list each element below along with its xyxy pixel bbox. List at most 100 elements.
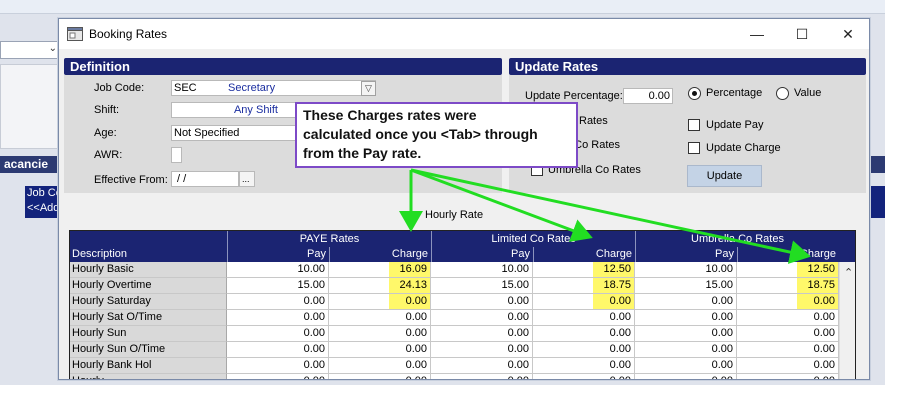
update-pay-checkbox[interactable]	[688, 119, 700, 131]
ltd-pay-cell[interactable]: 10.00	[431, 262, 533, 278]
paye-charge-cell[interactable]: 24.13	[329, 278, 431, 294]
row-description: Hourly Bank Hol	[70, 358, 227, 374]
value-radio[interactable]	[776, 87, 789, 100]
column-header-ltd-pay[interactable]: Pay	[431, 247, 533, 262]
table-row[interactable]: Hourly Sat O/Time 0.00 0.00 0.00 0.00 0.00 0.0…	[70, 310, 855, 326]
percentage-radio[interactable]	[688, 87, 701, 100]
job-code-combo[interactable]: SEC Secretary	[171, 80, 376, 96]
paye-pay-cell[interactable]: 0.00	[227, 342, 329, 358]
grid-group-empty	[70, 231, 227, 247]
age-field[interactable]: Not Specified	[171, 125, 299, 141]
ltd-charge-cell[interactable]: 12.50	[533, 262, 635, 278]
column-header-umb-pay[interactable]: Pay	[635, 247, 737, 262]
title-bar[interactable]: Booking Rates — ☐ ✕	[59, 19, 869, 49]
paye-pay-cell[interactable]: 15.00	[227, 278, 329, 294]
column-header-ltd-charge[interactable]: Charge	[533, 247, 635, 262]
umb-pay-cell[interactable]: 0.00	[635, 294, 737, 310]
umb-pay-cell[interactable]: 10.00	[635, 262, 737, 278]
update-charge-label: Update Charge	[706, 142, 781, 154]
umb-charge-cell[interactable]: 12.50	[737, 262, 839, 278]
paye-charge-cell[interactable]: 0.00	[329, 326, 431, 342]
update-pay-label: Update Pay	[706, 119, 764, 131]
paye-charge-cell[interactable]: 0.00	[329, 342, 431, 358]
row-description: Hourly	[70, 374, 227, 379]
umb-pay-cell[interactable]: 0.00	[635, 342, 737, 358]
update-button[interactable]: Update	[687, 165, 762, 187]
chevron-down-icon[interactable]: ▽	[361, 81, 376, 96]
awr-field[interactable]	[171, 147, 182, 163]
update-charge-checkbox[interactable]	[688, 142, 700, 154]
paye-pay-cell[interactable]: 0.00	[227, 310, 329, 326]
ltd-charge-cell[interactable]: 0.00	[533, 358, 635, 374]
grid-vertical-scrollbar[interactable]: ⌃	[839, 262, 855, 379]
row-description: Hourly Sun O/Time	[70, 342, 227, 358]
column-header-description[interactable]: Description	[70, 247, 227, 262]
paye-pay-cell[interactable]: 0.00	[227, 358, 329, 374]
ltd-charge-cell[interactable]: 0.00	[533, 294, 635, 310]
umb-pay-cell[interactable]: 0.00	[635, 374, 737, 379]
annotation-callout: These Charges rates were calculated once…	[295, 102, 578, 168]
ltd-charge-cell[interactable]: 0.00	[533, 326, 635, 342]
chevron-up-icon[interactable]: ⌃	[844, 266, 853, 279]
paye-charge-cell[interactable]: 0.00	[329, 294, 431, 310]
table-row[interactable]: Hourly Bank Hol 0.00 0.00 0.00 0.00 0.00 0.00	[70, 358, 855, 374]
ltd-pay-cell[interactable]: 0.00	[431, 310, 533, 326]
table-row[interactable]: Hourly Overtime 15.00 24.13 15.00 18.75 15.00…	[70, 278, 855, 294]
ltd-charge-cell[interactable]: 18.75	[533, 278, 635, 294]
umb-charge-cell[interactable]: 18.75	[737, 278, 839, 294]
row-description: Hourly Sat O/Time	[70, 310, 227, 326]
umb-charge-cell[interactable]: 0.00	[737, 358, 839, 374]
ltd-pay-cell[interactable]: 0.00	[431, 358, 533, 374]
umb-charge-cell[interactable]: 0.00	[737, 342, 839, 358]
ltd-pay-cell[interactable]: 0.00	[431, 374, 533, 379]
table-row[interactable]: Hourly Sun 0.00 0.00 0.00 0.00 0.00 0.00	[70, 326, 855, 342]
paye-charge-cell[interactable]: 0.00	[329, 310, 431, 326]
paye-pay-cell[interactable]: 10.00	[227, 262, 329, 278]
column-header-paye-charge[interactable]: Charge	[329, 247, 431, 262]
grid-caption: Hourly Rate	[425, 209, 484, 221]
ltd-pay-cell[interactable]: 0.00	[431, 326, 533, 342]
ltd-pay-cell[interactable]: 15.00	[431, 278, 533, 294]
column-header-umb-charge[interactable]: Charge	[737, 247, 839, 262]
date-picker-button[interactable]: ...	[239, 171, 255, 187]
paye-pay-cell[interactable]: 0.00	[227, 294, 329, 310]
paye-charge-cell[interactable]: 0.00	[329, 374, 431, 379]
umb-charge-cell[interactable]: 0.00	[737, 326, 839, 342]
callout-line: calculated once you <Tab> through	[303, 126, 538, 142]
umb-pay-cell[interactable]: 0.00	[635, 310, 737, 326]
ltd-pay-cell[interactable]: 0.00	[431, 294, 533, 310]
effective-from-field[interactable]: / /	[171, 171, 239, 187]
background-list-edge	[869, 186, 885, 218]
background-dropdown[interactable]: ⌄	[0, 41, 60, 59]
table-row[interactable]: Hourly0.000.000.000.000.000.00	[70, 374, 855, 379]
ltd-charge-cell[interactable]: 0.00	[533, 374, 635, 379]
table-row[interactable]: Hourly Saturday 0.00 0.00 0.00 0.00 0.00 0.00	[70, 294, 855, 310]
rates-grid[interactable]: PAYE Rates Limited Co Rates Umbrella Co …	[69, 230, 856, 379]
close-button[interactable]: ✕	[836, 24, 860, 44]
shift-field[interactable]: Any Shift	[171, 102, 299, 118]
job-code-description: Secretary	[228, 82, 276, 94]
paye-pay-cell[interactable]: 0.00	[227, 374, 329, 379]
background-panel	[0, 64, 60, 149]
paye-charge-cell[interactable]: 0.00	[329, 358, 431, 374]
row-description: Hourly Basic	[70, 262, 227, 278]
umb-charge-cell[interactable]: 0.00	[737, 310, 839, 326]
paye-charge-cell[interactable]: 16.09	[329, 262, 431, 278]
umb-charge-cell[interactable]: 0.00	[737, 294, 839, 310]
table-row[interactable]: Hourly Sun O/Time 0.00 0.00 0.00 0.00 0.00 0.0…	[70, 342, 855, 358]
table-row[interactable]: Hourly Basic 10.00 16.09 10.00 12.50 10.00 12.…	[70, 262, 855, 278]
ltd-charge-cell[interactable]: 0.00	[533, 342, 635, 358]
umb-pay-cell[interactable]: 0.00	[635, 358, 737, 374]
ltd-charge-cell[interactable]: 0.00	[533, 310, 635, 326]
umb-pay-cell[interactable]: 15.00	[635, 278, 737, 294]
umb-pay-cell[interactable]: 0.00	[635, 326, 737, 342]
umb-charge-cell[interactable]: 0.00	[737, 374, 839, 379]
paye-pay-cell[interactable]: 0.00	[227, 326, 329, 342]
minimize-button[interactable]: —	[745, 24, 769, 44]
column-header-paye-pay[interactable]: Pay	[227, 247, 329, 262]
update-percentage-field[interactable]: 0.00	[623, 88, 673, 104]
definition-header: Definition	[64, 58, 502, 75]
ltd-pay-cell[interactable]: 0.00	[431, 342, 533, 358]
awr-label: AWR:	[94, 149, 123, 161]
maximize-button[interactable]: ☐	[790, 24, 814, 44]
